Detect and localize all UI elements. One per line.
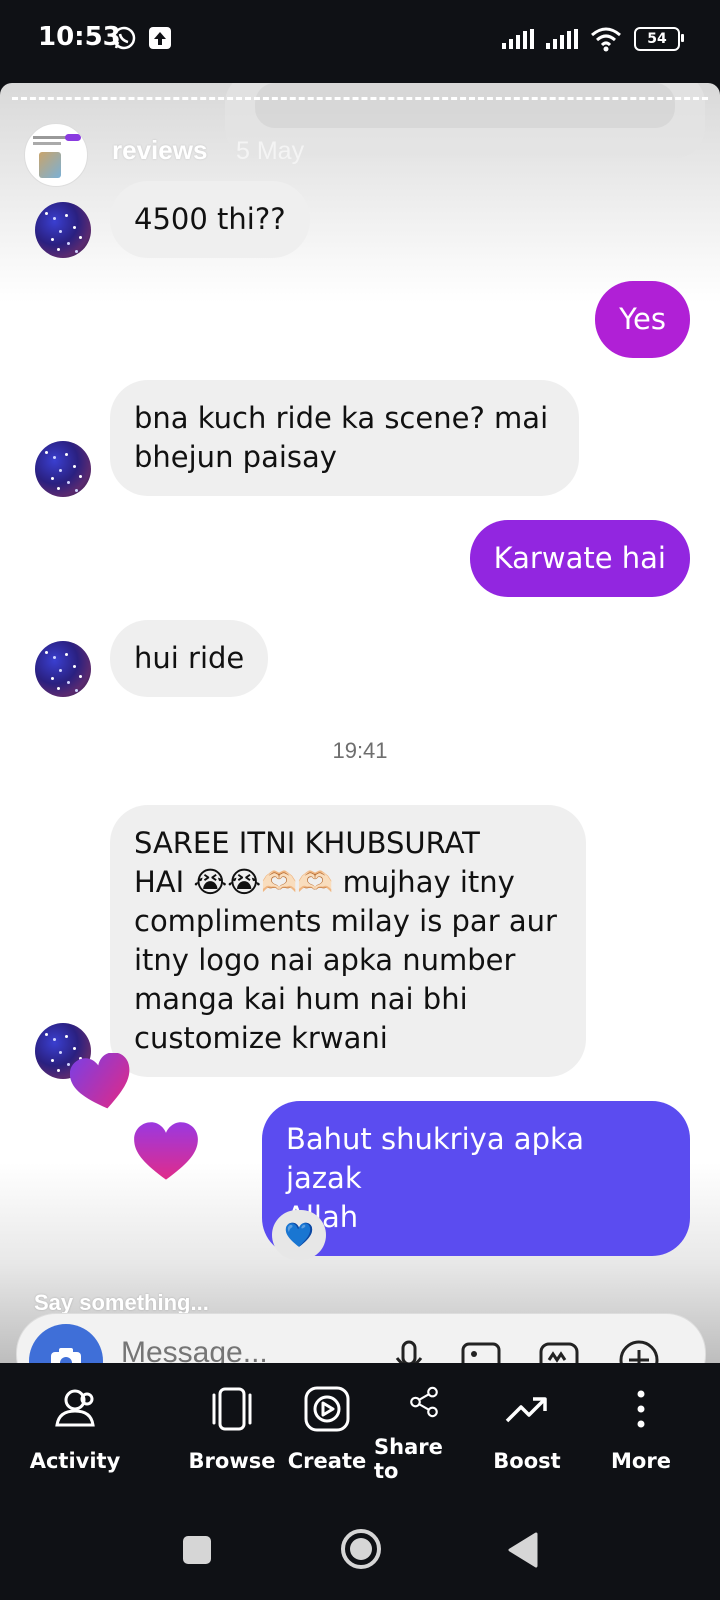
status-time: 10:53	[38, 22, 121, 52]
status-indicators: 54	[502, 22, 684, 56]
whatsapp-icon	[112, 26, 136, 50]
system-navigation-bar	[0, 1503, 720, 1600]
message-input[interactable]	[119, 1332, 383, 1363]
message-bubble-out: Karwate hai	[469, 520, 690, 597]
message-bubble-in: SAREE ITNI KHUBSURAT HAI 😭😭🫶🏻🫶🏻 mujhay i…	[110, 805, 586, 1077]
more-icon	[637, 1390, 645, 1428]
status-bar: 10:53 54	[0, 0, 720, 80]
browse-button[interactable]: Browse	[184, 1363, 280, 1483]
story-thumbnail[interactable]	[24, 123, 88, 187]
story-account-name[interactable]: reviews	[112, 135, 207, 166]
story-progress-bar	[12, 97, 708, 100]
action-label: Boost	[493, 1449, 561, 1473]
add-icon[interactable]	[617, 1336, 661, 1363]
signal-icon	[502, 29, 534, 49]
microphone-icon[interactable]	[387, 1336, 431, 1363]
share-icon	[410, 1386, 438, 1418]
message-composer[interactable]	[16, 1313, 706, 1363]
signal-icon-2	[546, 29, 578, 49]
gallery-icon[interactable]	[459, 1336, 503, 1363]
home-icon[interactable]	[339, 1527, 383, 1571]
message-reaction[interactable]: 💙	[272, 1210, 326, 1260]
action-label: Share to	[374, 1435, 443, 1483]
sender-avatar	[35, 202, 91, 258]
recents-icon[interactable]	[180, 1533, 214, 1567]
boost-button[interactable]: Boost	[482, 1363, 572, 1483]
action-label: Create	[287, 1449, 367, 1473]
heart-icon	[134, 1122, 198, 1180]
create-icon	[304, 1386, 350, 1432]
message-bubble-in: hui ride	[110, 620, 269, 697]
browse-icon	[212, 1387, 252, 1431]
camera-button[interactable]	[29, 1324, 103, 1363]
camera-icon	[51, 1348, 81, 1363]
action-label: Browse	[188, 1449, 276, 1473]
message-bubble-in: bna kuch ride ka scene? mai bhejun paisa…	[110, 380, 579, 496]
activity-button[interactable]: Activity	[24, 1363, 126, 1483]
story-card[interactable]: reviews 5 May 4500 thi?? Yes bna kuch ri…	[0, 83, 720, 1363]
create-button[interactable]: Create	[282, 1363, 372, 1483]
back-icon[interactable]	[506, 1531, 542, 1569]
upload-icon	[149, 27, 171, 49]
message-bubble-in: 4500 thi??	[110, 181, 310, 258]
sender-avatar	[35, 441, 91, 497]
story-actions-bar: Activity Browse Create Share to Boost Mo…	[0, 1363, 720, 1503]
chat-timestamp: 19:41	[332, 738, 388, 763]
more-button[interactable]: More	[596, 1363, 686, 1483]
battery-icon: 54	[634, 27, 684, 51]
action-label: More	[611, 1449, 671, 1473]
story-date: 5 May	[236, 137, 305, 165]
share-button[interactable]: Share to	[374, 1363, 474, 1483]
boost-icon	[505, 1397, 547, 1423]
message-bubble-out: Bahut shukriya apka jazak Allah	[262, 1101, 690, 1256]
sender-avatar	[35, 641, 91, 697]
sticker-icon[interactable]	[537, 1336, 581, 1363]
message-bubble-out: Yes	[595, 281, 690, 358]
action-label: Activity	[29, 1449, 121, 1473]
activity-icon	[55, 1389, 95, 1427]
heart-icon	[70, 1053, 130, 1109]
wifi-icon	[591, 27, 621, 52]
background-bubble-inner	[255, 83, 675, 128]
